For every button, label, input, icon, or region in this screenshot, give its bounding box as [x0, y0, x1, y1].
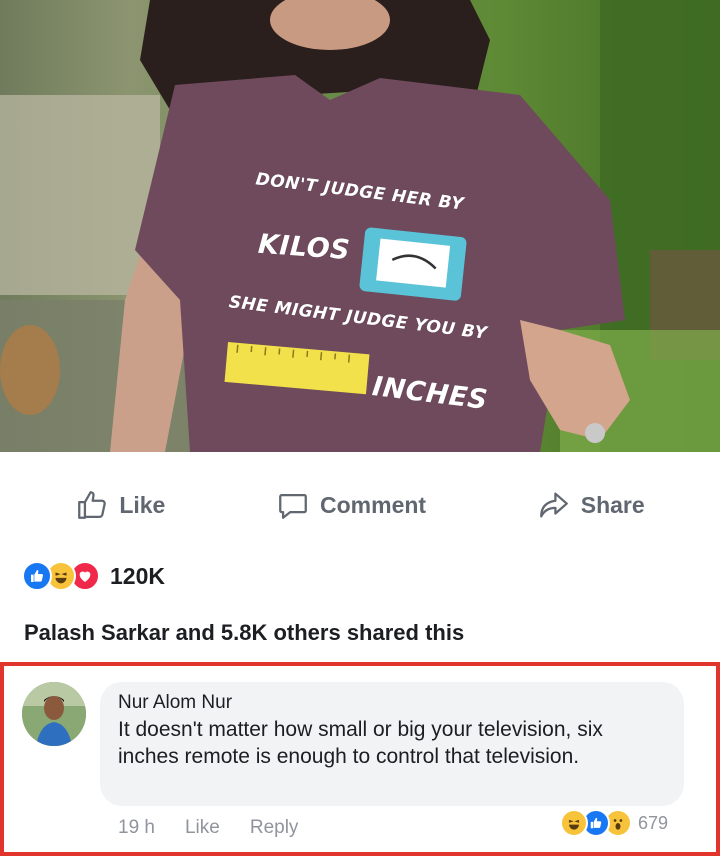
like-label: Like: [119, 491, 166, 518]
like-reaction-icon: [22, 561, 52, 591]
comment-text: It doesn't matter how small or big your …: [118, 718, 603, 768]
comment-reaction-count: 679: [638, 812, 669, 833]
share-arrow-icon: [537, 488, 571, 522]
shared-by-text[interactable]: Palash Sarkar and 5.8K others shared thi…: [24, 620, 464, 646]
comment-timestamp[interactable]: 19 h: [118, 817, 155, 839]
share-button[interactable]: Share: [537, 488, 645, 522]
comment-bubble: Nur Alom Nur It doesn't matter how small…: [100, 682, 684, 806]
share-label: Share: [580, 491, 645, 518]
haha-reaction-icon: [560, 809, 588, 837]
photo-illustration: [0, 0, 720, 452]
like-button[interactable]: Like: [75, 488, 165, 522]
comment-reply-button[interactable]: Reply: [250, 817, 299, 839]
comment-like-button[interactable]: Like: [185, 817, 220, 839]
comment-button[interactable]: Comment: [276, 488, 426, 522]
comment-meta: 19 h Like Reply: [118, 817, 298, 839]
comment-bubble-icon: [276, 488, 310, 522]
thumbs-up-icon: [75, 488, 109, 522]
reaction-count: 120K: [110, 562, 165, 589]
avatar[interactable]: [22, 682, 86, 746]
comment-label: Comment: [320, 491, 427, 518]
post-photo[interactable]: DON'T JUDGE HER BY KILOS SHE MIGHT JUDGE…: [0, 0, 720, 452]
post-reactions[interactable]: 120K: [22, 560, 165, 592]
shirt-text-line-2: KILOS: [257, 228, 352, 267]
comment-reactions[interactable]: 679: [560, 808, 668, 838]
comment-author[interactable]: Nur Alom Nur: [118, 692, 666, 714]
post-action-bar: Like Comment Share: [0, 470, 720, 540]
